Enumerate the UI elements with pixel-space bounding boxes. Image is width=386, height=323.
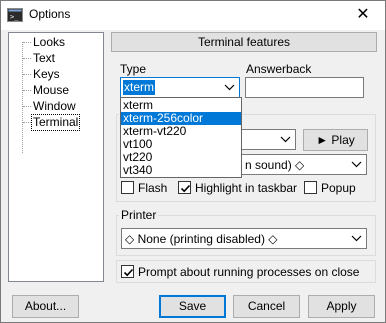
highlight-checkbox[interactable] [178, 181, 191, 194]
options-window: >_ Options ✕ Looks Text Keys Mouse Windo… [0, 0, 386, 323]
type-dropdown-list[interactable]: xterm xterm-256color xterm-vt220 vt100 v… [120, 97, 242, 178]
apply-button[interactable]: Apply [308, 295, 375, 318]
type-label: Type [120, 62, 147, 76]
tree-connector [23, 122, 31, 123]
play-button[interactable]: ► Play [303, 129, 368, 151]
type-option-vt340[interactable]: vt340 [121, 164, 241, 177]
type-select-value: xterm [123, 80, 155, 95]
cancel-button[interactable]: Cancel [233, 295, 300, 318]
bell-wav-value: n sound) ◇ [245, 158, 305, 172]
popup-label[interactable]: Popup [321, 181, 356, 195]
save-button[interactable]: Save [159, 295, 226, 318]
title-bar[interactable]: >_ Options ✕ [1, 1, 385, 30]
tree-connector [23, 90, 31, 91]
type-select[interactable]: xterm [120, 77, 240, 98]
chevron-down-icon [224, 84, 235, 91]
answerback-label: Answerback [246, 62, 312, 76]
prompt-checkbox[interactable] [121, 265, 134, 278]
flash-label[interactable]: Flash [138, 181, 167, 195]
svg-text:>_: >_ [10, 13, 19, 21]
tree-connector [23, 74, 31, 75]
checkmark-icon [123, 268, 134, 277]
flash-checkbox[interactable] [121, 181, 134, 194]
answerback-input[interactable] [245, 77, 364, 98]
highlight-label[interactable]: Highlight in taskbar [195, 181, 297, 195]
prompt-label[interactable]: Prompt about running processes on close [138, 265, 359, 279]
checkmark-icon [180, 184, 191, 193]
printer-select[interactable]: ◇ None (printing disabled) ◇ [121, 228, 367, 249]
printer-label: Printer [119, 208, 159, 222]
bell-wav-select[interactable]: n sound) ◇ [241, 154, 367, 175]
chevron-down-icon [351, 161, 362, 168]
tree-connector [23, 106, 31, 107]
popup-checkbox[interactable] [304, 181, 317, 194]
tree-connector [23, 42, 31, 43]
window-title: Options [29, 7, 71, 21]
chevron-down-icon [351, 235, 362, 242]
printer-value: ◇ None (printing disabled) ◇ [125, 232, 278, 246]
about-button[interactable]: About... [12, 295, 79, 318]
chevron-down-icon [280, 136, 291, 143]
terminal-features-header: Terminal features [111, 32, 377, 52]
tree-connector [23, 58, 31, 59]
category-tree[interactable]: Looks Text Keys Mouse Window Terminal [8, 32, 104, 282]
terminal-app-icon: >_ [7, 8, 23, 22]
close-button[interactable]: ✕ [341, 1, 385, 30]
bell-sound-select[interactable] [241, 129, 296, 150]
